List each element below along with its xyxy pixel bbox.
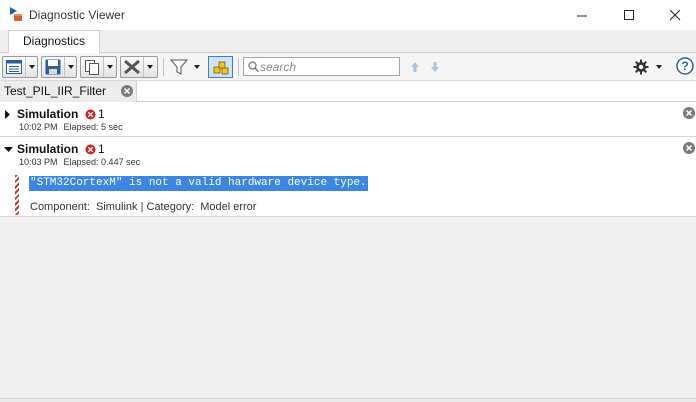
chevron-down-icon	[67, 65, 74, 69]
error-severity-bar	[15, 175, 19, 215]
svg-text:?: ?	[681, 59, 688, 73]
toolbar: ?	[0, 53, 696, 81]
run-meta: 10:03 PM Elapsed: 0.447 sec	[19, 157, 140, 167]
minimize-button[interactable]	[559, 0, 605, 30]
app-icon	[10, 7, 22, 21]
remove-run-icon[interactable]	[682, 106, 696, 120]
save-button[interactable]	[41, 56, 77, 78]
search-field[interactable]	[243, 57, 400, 76]
group-highlight-toggle[interactable]	[208, 56, 233, 78]
error-message[interactable]: "STM32CortexM" is not a valid hardware d…	[29, 176, 368, 191]
remove-run-icon[interactable]	[682, 141, 696, 155]
filter-icon	[170, 59, 188, 75]
category-value: Model error	[200, 201, 257, 213]
document-tab-label: Test_PIL_IIR_Filter	[4, 84, 107, 98]
run-title[interactable]: Simulation	[17, 142, 78, 156]
clear-x-icon	[124, 59, 140, 75]
toolbar-divider	[163, 58, 164, 76]
copy-button[interactable]	[80, 56, 117, 78]
expand-arrow-icon[interactable]	[4, 110, 13, 119]
chevron-down-icon	[28, 65, 35, 69]
run-title[interactable]: Simulation	[17, 107, 78, 121]
minimize-icon	[576, 15, 587, 16]
title-bar: Diagnostic Viewer	[0, 0, 696, 30]
help-icon[interactable]: ?	[676, 57, 694, 75]
error-count: 1	[98, 142, 105, 156]
settings-button[interactable]	[633, 57, 667, 77]
run-panel: Simulation 1 10:02 PM Elapsed: 5 sec	[0, 102, 696, 137]
filter-button[interactable]	[167, 56, 205, 78]
component-label: Component:	[30, 201, 90, 213]
chevron-down-icon	[194, 65, 200, 69]
next-result-button[interactable]	[429, 60, 441, 74]
gear-icon	[633, 59, 649, 75]
clear-button[interactable]	[120, 56, 158, 78]
group-highlight-icon	[213, 61, 228, 75]
maximize-button[interactable]	[606, 0, 652, 30]
run-panel: Simulation 1 10:03 PM Elapsed: 0.447 sec …	[0, 137, 696, 217]
maximize-icon	[623, 9, 634, 20]
view-list-icon	[6, 60, 22, 74]
category-label: Category:	[146, 201, 195, 213]
main-tab-strip: Diagnostics	[0, 30, 696, 53]
chevron-down-icon	[146, 65, 153, 69]
chevron-down-icon	[656, 65, 662, 69]
error-icon	[85, 109, 96, 120]
message-details: Component: Simulink | Category: Model erro…	[30, 201, 256, 213]
run-time: 10:03 PM	[19, 157, 58, 167]
component-value[interactable]: Simulink	[96, 201, 138, 213]
window-bottom-edge	[0, 398, 696, 402]
run-elapsed: Elapsed: 5 sec	[63, 122, 123, 132]
tab-test-pil-iir-filter[interactable]: Test_PIL_IIR_Filter	[0, 81, 137, 102]
window-title: Diagnostic Viewer	[29, 8, 125, 22]
arrow-up-icon	[411, 62, 419, 72]
view-options-button[interactable]	[2, 56, 38, 78]
tab-diagnostics[interactable]: Diagnostics	[8, 30, 100, 53]
diagnostics-content: Simulation 1 10:02 PM Elapsed: 5 sec Simu…	[0, 102, 696, 402]
close-icon	[669, 9, 680, 20]
run-meta: 10:02 PM Elapsed: 5 sec	[19, 122, 123, 132]
save-icon	[45, 59, 61, 75]
error-count: 1	[98, 107, 105, 121]
error-icon	[85, 144, 96, 155]
run-elapsed: Elapsed: 0.447 sec	[63, 157, 141, 167]
run-time: 10:02 PM	[19, 122, 58, 132]
document-tab-strip: Test_PIL_IIR_Filter	[0, 81, 696, 102]
close-window-button[interactable]	[652, 0, 696, 30]
copy-icon	[85, 60, 99, 75]
chevron-down-icon	[106, 65, 113, 69]
close-tab-icon[interactable]	[120, 84, 134, 98]
detail-separator: |	[140, 201, 144, 213]
toolbar-divider	[238, 58, 239, 76]
arrow-down-icon	[431, 62, 439, 72]
collapse-arrow-icon[interactable]	[4, 145, 13, 154]
search-icon	[248, 61, 259, 72]
previous-result-button[interactable]	[409, 60, 421, 74]
search-input[interactable]	[260, 59, 398, 74]
